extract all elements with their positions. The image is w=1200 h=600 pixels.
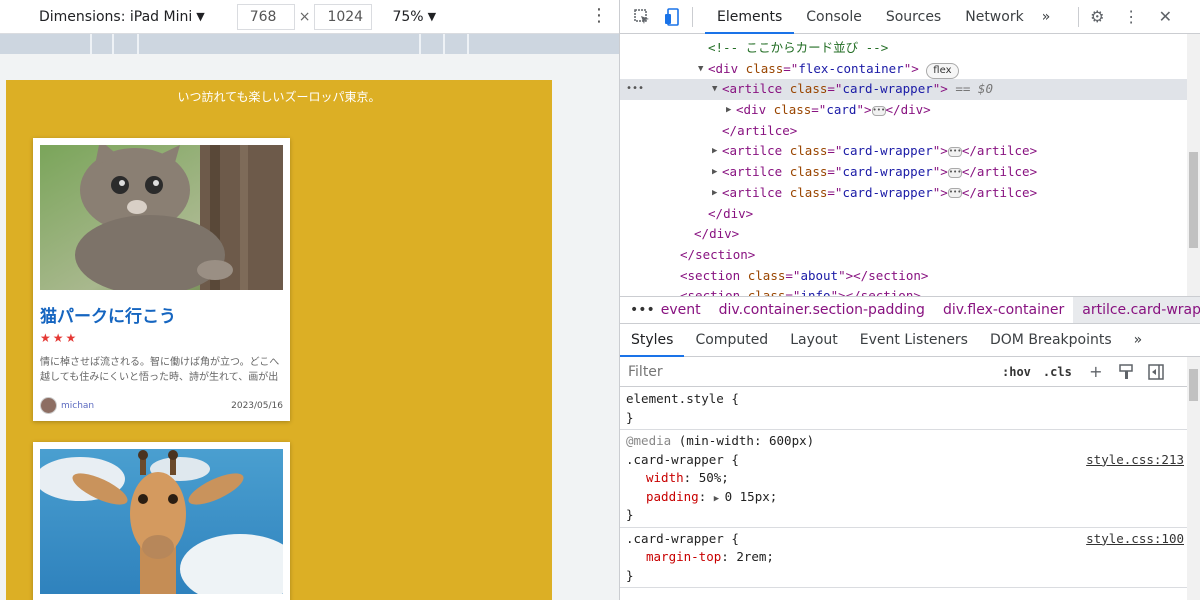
caret-down-icon: ▼ (196, 10, 205, 23)
expand-triangle-icon[interactable]: ▼ (712, 79, 717, 100)
avatar (40, 397, 57, 414)
caret-down-icon: ▼ (427, 10, 437, 23)
more-tabs-icon[interactable]: » (1036, 0, 1057, 34)
dom-node-flex-container[interactable]: ▼ <div class="flex-container"> flex (620, 59, 1188, 80)
cat-image (40, 145, 283, 290)
tab-layout[interactable]: Layout (779, 324, 849, 357)
rating-stars: ★★★ (40, 331, 79, 345)
hov-toggle[interactable]: :hov (1002, 365, 1031, 379)
cls-toggle[interactable]: .cls (1043, 365, 1072, 379)
collapse-triangle-icon[interactable]: ▶ (726, 100, 731, 121)
more-actions-icon[interactable]: ••• (626, 79, 644, 100)
device-toolbar-toggle-icon[interactable] (662, 7, 682, 27)
breadcrumb-item[interactable]: div.flex-container (934, 302, 1073, 318)
device-dimensions-label: Dimensions: iPad Mini (39, 8, 193, 25)
viewport-width-input[interactable] (236, 3, 295, 30)
zoom-dropdown[interactable]: 75% ▼ (392, 9, 436, 25)
dom-node-card-wrapper[interactable]: ▶ <artilce class="card-wrapper">•••</arti… (620, 141, 1188, 162)
close-icon[interactable]: ✕ (1155, 7, 1175, 27)
card-meta: michan 2023/05/16 (40, 397, 283, 414)
toggle-sidebar-icon[interactable] (1146, 362, 1166, 382)
customize-menu-icon[interactable]: ⋮ (1121, 7, 1141, 27)
media-query-bar[interactable] (0, 34, 619, 54)
styles-scrollbar[interactable] (1187, 357, 1200, 600)
dom-node-section-about[interactable]: <section class="about"></section> (620, 266, 1188, 287)
rule-card-wrapper[interactable]: .card-wrapper {style.css:100 margin-top:… (620, 528, 1188, 588)
source-link[interactable]: style.css:100 (1086, 530, 1184, 549)
card-excerpt: 情に棹させば流される。智に働けば角が立つ。どこへ越しても住みにくいと悟った時、詩… (40, 357, 280, 383)
tab-console[interactable]: Console (794, 0, 874, 34)
giraffe-image (40, 449, 283, 594)
collapse-triangle-icon[interactable]: ▶ (712, 162, 717, 183)
tab-computed[interactable]: Computed (684, 324, 779, 357)
dom-node-card-wrapper-selected[interactable]: ••• ▼ <artilce class="card-wrapper"> == $… (620, 79, 1188, 101)
tab-dom-breakpoints[interactable]: DOM Breakpoints (979, 324, 1123, 357)
tab-sources[interactable]: Sources (874, 0, 953, 34)
devtools-tab-bar: Elements Console Sources Network » ⚙ ⋮ ✕ (620, 0, 1200, 34)
collapse-triangle-icon[interactable]: ▶ (712, 183, 717, 204)
rule-element-style[interactable]: element.style { } (620, 388, 1188, 430)
breadcrumb-item-selected[interactable]: artilce.card-wrapper (1073, 297, 1200, 323)
device-toolbar: Dimensions: iPad Mini ▼ × 75% ▼ ⋮ (0, 0, 619, 34)
card-title[interactable]: 猫パークに行こう (40, 302, 283, 327)
dom-scrollbar[interactable] (1187, 34, 1200, 296)
dom-node-card-wrapper[interactable]: ▶ <artilce class="card-wrapper">•••</arti… (620, 183, 1188, 204)
more-subtabs-icon[interactable]: » (1123, 324, 1154, 357)
expand-triangle-icon[interactable]: ▼ (698, 59, 703, 80)
inspect-element-icon[interactable] (632, 7, 652, 27)
card-date: 2023/05/16 (231, 400, 283, 411)
sidebar-tab-bar: Styles Computed Layout Event Listeners D… (620, 324, 1200, 357)
dom-node-section-info[interactable]: <section class="info"></section> (620, 286, 1188, 296)
flex-badge[interactable]: flex (926, 62, 959, 79)
styles-pane: element.style { } @media (min-width: 600… (620, 388, 1188, 600)
tab-elements[interactable]: Elements (705, 0, 795, 34)
filter-input[interactable] (624, 358, 990, 385)
add-rule-icon[interactable]: + (1086, 362, 1106, 382)
page-viewport: いつ訪れても楽しいズーロッパ東京。 猫パークに行こう ★★★ 情に棹させば流され… (6, 80, 552, 600)
rule-card-wrapper-media[interactable]: @media (min-width: 600px) .card-wrapper … (620, 430, 1188, 528)
expand-triangle-icon[interactable]: ▶ (714, 494, 725, 504)
device-dimensions-dropdown[interactable]: Dimensions: iPad Mini ▼ (39, 9, 205, 25)
author-name: michan (61, 400, 95, 411)
dom-close-div[interactable]: </div> (620, 204, 1188, 225)
dom-node-card[interactable]: ▶ <div class="card">•••</div> (620, 100, 1188, 121)
source-link[interactable]: style.css:213 (1086, 451, 1184, 470)
breadcrumb-item[interactable]: div.container.section-padding (710, 302, 934, 318)
device-preview-pane: Dimensions: iPad Mini ▼ × 75% ▼ ⋮ いつ訪れても… (0, 0, 619, 600)
times-symbol: × (298, 8, 311, 25)
collapse-triangle-icon[interactable]: ▶ (712, 141, 717, 162)
dom-comment[interactable]: <!-- ここからカード並び --> (620, 38, 1188, 59)
card[interactable]: 猫パークに行こう ★★★ 情に棹させば流される。智に働けば角が立つ。どこへ越して… (33, 138, 290, 421)
settings-gear-icon[interactable]: ⚙ (1087, 7, 1107, 27)
dom-close-div[interactable]: </div> (620, 224, 1188, 245)
tab-event-listeners[interactable]: Event Listeners (849, 324, 979, 357)
tab-styles[interactable]: Styles (620, 324, 685, 357)
dom-node-card-wrapper[interactable]: ▶ <artilce class="card-wrapper">•••</arti… (620, 162, 1188, 183)
more-options-icon[interactable]: ⋮ (590, 6, 608, 26)
card-author[interactable]: michan (40, 397, 94, 414)
dom-tree: <!-- ここからカード並び --> ▼ <div class="flex-con… (620, 34, 1188, 296)
site-tagline: いつ訪れても楽しいズーロッパ東京。 (177, 90, 381, 104)
dom-close-section[interactable]: </section> (620, 245, 1188, 266)
breadcrumb-item[interactable]: event (661, 302, 710, 318)
viewport-height-input[interactable] (314, 3, 373, 30)
paint-brush-icon[interactable] (1116, 362, 1136, 382)
breadcrumb: ••• event div.container.section-padding … (620, 296, 1200, 324)
breadcrumb-more-icon[interactable]: ••• (620, 302, 661, 318)
styles-toolbar: :hov .cls + (620, 357, 1188, 387)
tab-network[interactable]: Network (953, 0, 1035, 34)
zoom-label: 75% (392, 8, 424, 25)
devtools-pane: Elements Console Sources Network » ⚙ ⋮ ✕… (619, 0, 1200, 600)
card[interactable] (33, 442, 290, 600)
dom-close-artilce[interactable]: </artilce> (620, 121, 1188, 142)
